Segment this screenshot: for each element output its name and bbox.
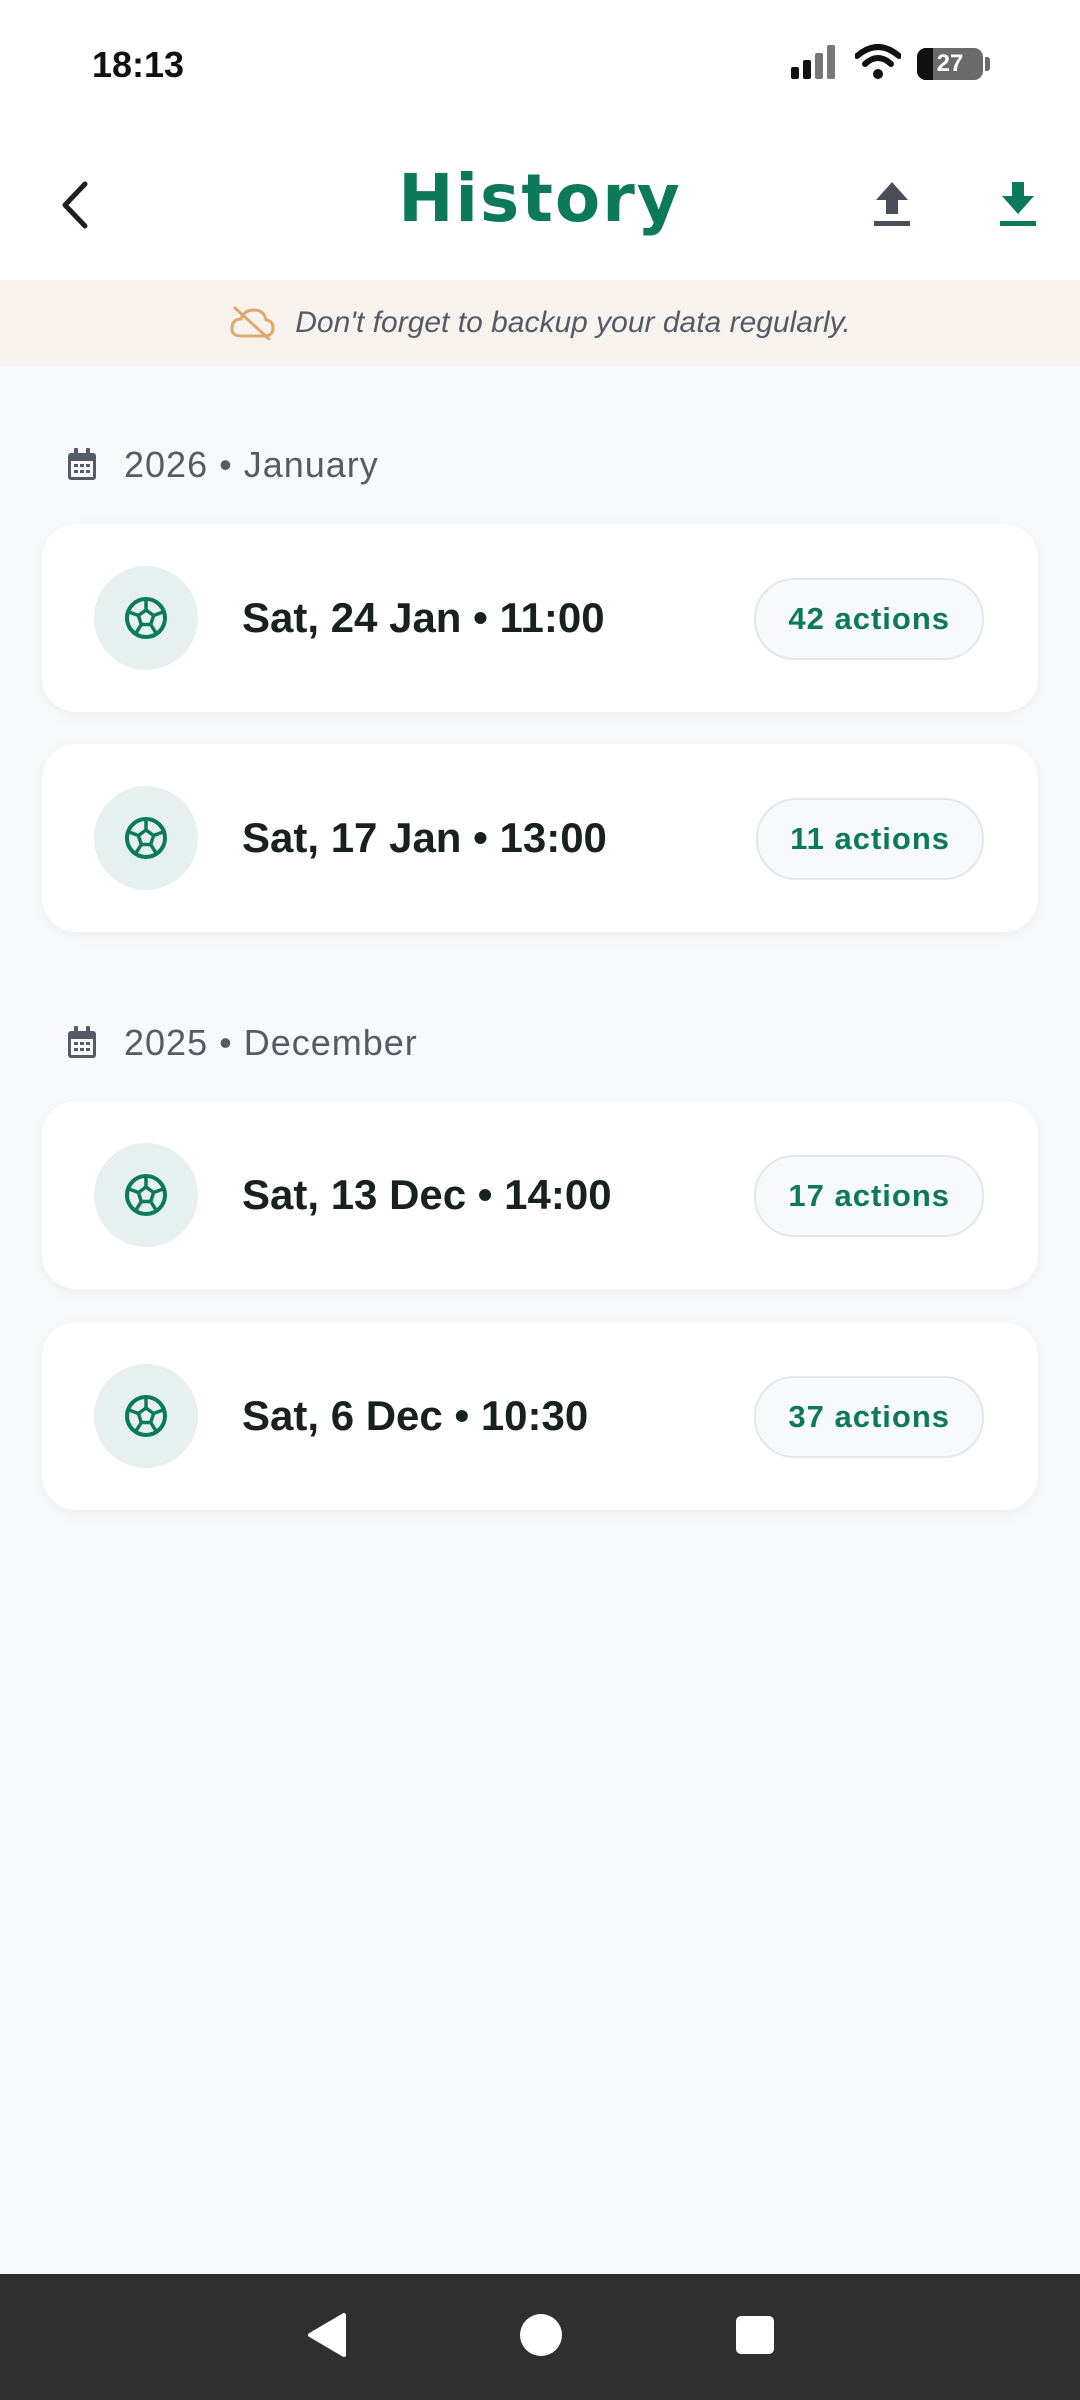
history-item[interactable]: Sat, 17 Jan • 13:00 11 actions [42, 744, 1038, 932]
status-time: 18:13 [92, 44, 185, 85]
backup-banner: Don't forget to backup your data regular… [0, 280, 1080, 366]
history-item-title: Sat, 24 Jan • 11:00 [242, 594, 605, 641]
history-item[interactable]: Sat, 6 Dec • 10:30 37 actions [42, 1322, 1038, 1510]
download-icon [1000, 182, 1036, 226]
home-circle-icon [520, 2313, 562, 2356]
actions-badge: 42 actions [754, 578, 984, 660]
back-triangle-icon [308, 2312, 346, 2357]
wifi-icon [854, 43, 902, 85]
soccer-ball-icon [94, 1364, 198, 1468]
section-label: 2026 • January [124, 444, 379, 485]
battery-level: 27 [936, 50, 964, 77]
recents-square-icon [736, 2315, 774, 2354]
signal-icon [791, 44, 839, 84]
section-header-2025-december: 2025 • December [66, 1018, 418, 1068]
banner-text: Don't forget to backup your data regular… [295, 306, 851, 339]
soccer-ball-icon [94, 566, 198, 670]
system-nav-bar [0, 2274, 1080, 2400]
actions-badge: 17 actions [754, 1155, 984, 1237]
section-label: 2025 • December [124, 1022, 418, 1063]
nav-home-button[interactable] [518, 2312, 564, 2363]
soccer-ball-icon [94, 1143, 198, 1247]
status-bar: 18:13 27 [0, 0, 1080, 130]
nav-recents-button[interactable] [734, 2314, 776, 2361]
download-button[interactable] [986, 172, 1050, 236]
history-item[interactable]: Sat, 13 Dec • 14:00 17 actions [42, 1101, 1038, 1289]
calendar-icon [68, 1026, 96, 1058]
section-header-2026-january: 2026 • January [66, 440, 379, 490]
nav-back-button[interactable] [304, 2311, 348, 2364]
history-item-title: Sat, 17 Jan • 13:00 [242, 814, 607, 861]
calendar-icon [68, 448, 96, 480]
upload-icon [874, 182, 910, 226]
upload-button[interactable] [860, 172, 924, 236]
history-item-title: Sat, 13 Dec • 14:00 [242, 1171, 612, 1218]
soccer-ball-icon [94, 786, 198, 890]
battery-icon: 27 [917, 48, 983, 80]
history-item[interactable]: Sat, 24 Jan • 11:00 42 actions [42, 524, 1038, 712]
history-item-title: Sat, 6 Dec • 10:30 [242, 1392, 589, 1439]
status-icons: 27 [791, 43, 990, 85]
cloud-off-icon [230, 306, 275, 340]
actions-badge: 37 actions [754, 1376, 984, 1458]
actions-badge: 11 actions [756, 798, 984, 880]
app-bar: History [0, 130, 1080, 280]
